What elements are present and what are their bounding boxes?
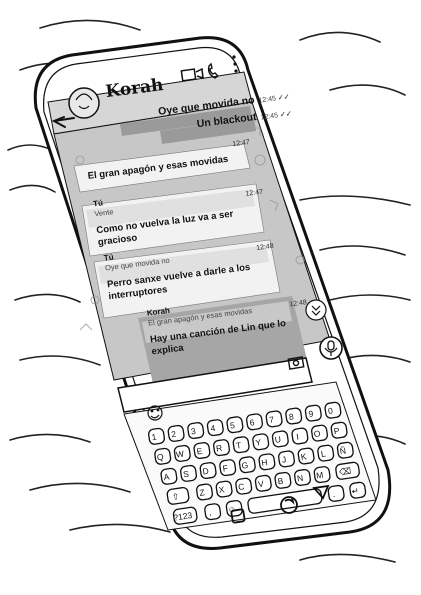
key-shape	[317, 444, 335, 462]
key-shape	[278, 450, 296, 468]
avatar[interactable]	[68, 87, 100, 119]
key-8[interactable]: 8	[285, 407, 303, 425]
key-1[interactable]: 1	[148, 427, 166, 445]
key-e[interactable]: E	[193, 442, 211, 460]
key-h[interactable]: H	[258, 453, 276, 471]
key-shape	[265, 410, 283, 428]
key-i[interactable]: I	[291, 427, 309, 445]
key-m[interactable]: M	[313, 466, 331, 484]
key-v[interactable]: V	[254, 474, 272, 492]
key-j[interactable]: J	[278, 450, 296, 468]
key-q[interactable]: Q	[154, 447, 172, 465]
backspace-key[interactable]: ⌫	[335, 461, 360, 480]
key-ñ[interactable]: Ñ	[336, 441, 354, 459]
key-shape	[246, 413, 264, 431]
period-key[interactable]: .	[327, 484, 345, 502]
key-b[interactable]: B	[274, 471, 292, 489]
key-shape	[206, 419, 224, 437]
key-shape	[285, 407, 303, 425]
key-s[interactable]: S	[180, 464, 198, 482]
key-9[interactable]: 9	[304, 404, 322, 422]
scroll-down-button[interactable]	[305, 299, 327, 321]
shift-key[interactable]: ⇧	[166, 486, 190, 505]
key-4[interactable]: 4	[206, 419, 224, 437]
emoji-key[interactable]: ☺	[225, 500, 243, 517]
key-shape	[324, 401, 342, 419]
key-x[interactable]: X	[215, 480, 233, 498]
key-3[interactable]: 3	[187, 422, 205, 440]
key-k[interactable]: K	[297, 447, 315, 465]
key-shape	[204, 503, 222, 521]
key-a[interactable]: A	[160, 467, 178, 485]
key-6[interactable]: 6	[246, 413, 264, 431]
phone-illustration: 1 2 3 4 5 6 7 8 9 0 Q W E R T Y U I O P A S D F G H J K L Ñ ⇧ Z X C V B N M ⌫?…	[7, 19, 411, 563]
key-r[interactable]: R	[213, 439, 231, 457]
key-5[interactable]: 5	[226, 416, 244, 434]
key-2[interactable]: 2	[167, 424, 185, 442]
key-shape	[291, 427, 309, 445]
key-label: ⇧	[171, 491, 180, 502]
key-7[interactable]: 7	[265, 410, 283, 428]
microphone-button[interactable]	[319, 336, 343, 360]
key-y[interactable]: Y	[252, 433, 270, 451]
key-shape	[148, 427, 166, 445]
key-0[interactable]: 0	[324, 401, 342, 419]
key-p[interactable]: P	[330, 421, 348, 439]
key-label: W	[175, 448, 184, 459]
key-label: ↵	[351, 485, 360, 496]
key-g[interactable]: G	[238, 456, 256, 474]
key-w[interactable]: W	[173, 444, 191, 462]
key-n[interactable]: N	[294, 468, 312, 486]
key-d[interactable]: D	[199, 462, 217, 480]
key-l[interactable]: L	[317, 444, 335, 462]
key-t[interactable]: T	[232, 436, 250, 454]
comma-key[interactable]: ,	[204, 503, 222, 521]
key-shape	[226, 416, 244, 434]
key-u[interactable]: U	[271, 430, 289, 448]
symbols-key[interactable]: ?123	[173, 506, 198, 525]
key-f[interactable]: F	[219, 459, 237, 477]
key-label: M	[315, 470, 323, 481]
enter-key[interactable]: ↵	[349, 481, 367, 499]
key-z[interactable]: Z	[196, 483, 214, 501]
key-shape	[167, 424, 185, 442]
key-o[interactable]: O	[311, 424, 329, 442]
key-shape	[304, 404, 322, 422]
key-c[interactable]: C	[235, 477, 253, 495]
key-shape	[327, 484, 345, 502]
key-shape	[187, 422, 205, 440]
